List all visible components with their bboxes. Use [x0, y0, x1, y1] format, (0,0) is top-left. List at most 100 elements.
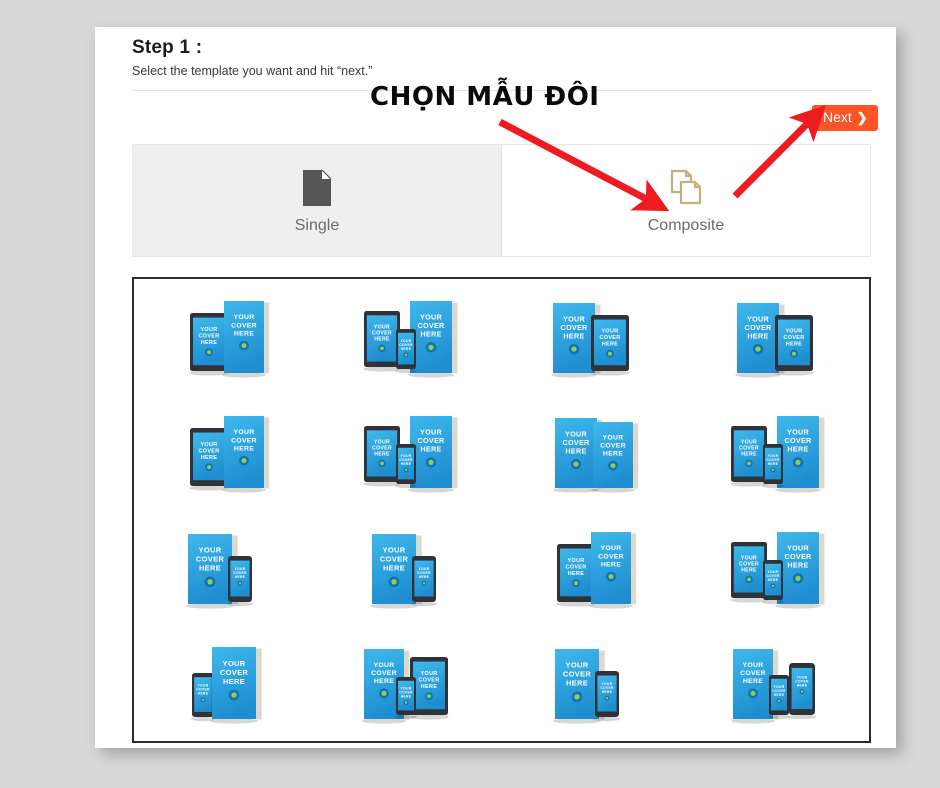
- svg-text:COVER: COVER: [600, 443, 626, 450]
- composite-documents-icon: [669, 167, 703, 209]
- svg-text:YOUR: YOUR: [373, 662, 394, 669]
- svg-text:YOUR: YOUR: [786, 328, 803, 334]
- svg-text:HERE: HERE: [602, 690, 613, 694]
- template-type-tabs: Single Composite: [132, 144, 871, 257]
- svg-text:YOUR: YOUR: [741, 555, 757, 561]
- svg-text:HERE: HERE: [234, 330, 254, 337]
- svg-text:HERE: HERE: [420, 445, 441, 454]
- svg-text:YOUR: YOUR: [200, 327, 217, 333]
- svg-text:HERE: HERE: [786, 341, 802, 347]
- svg-text:COVER: COVER: [196, 554, 225, 563]
- svg-text:HERE: HERE: [235, 575, 246, 579]
- svg-text:HERE: HERE: [788, 445, 809, 454]
- svg-text:YOUR: YOUR: [233, 314, 254, 321]
- template-thumbnail-grid: YOUR COVER HERE YOUR COVER HERE YOUR COVER HERE…: [132, 277, 871, 743]
- svg-text:HERE: HERE: [741, 567, 757, 573]
- svg-text:HERE: HERE: [201, 455, 217, 461]
- svg-text:HERE: HERE: [568, 571, 584, 577]
- svg-text:YOUR: YOUR: [382, 545, 405, 554]
- svg-text:HERE: HERE: [788, 560, 809, 569]
- template-thumbnail-tablet-and-standing-book[interactable]: YOUR COVER HERE YOUR COVER HERE: [134, 395, 318, 511]
- template-thumbnail-tablet-phone-and-book-alt[interactable]: YOUR COVER HERE YOUR COVER HERE YOUR COVER HERE: [685, 510, 869, 626]
- template-thumbnail-tablet-phone-and-book[interactable]: YOUR COVER HERE YOUR COVER HERE YOUR COVER HERE: [318, 279, 502, 395]
- template-thumbnail-book-and-large-phone[interactable]: YOUR COVER HERE YOUR COVER HERE: [502, 626, 686, 742]
- step-header: Step 1 : Select the template you want an…: [132, 35, 872, 80]
- svg-text:HERE: HERE: [768, 578, 779, 582]
- svg-text:COVER: COVER: [598, 553, 624, 560]
- svg-text:HERE: HERE: [602, 341, 618, 347]
- template-thumbnail-tablet-phone-and-book-tall[interactable]: YOUR COVER HERE YOUR COVER HERE YOUR COVER HERE: [318, 395, 502, 511]
- svg-text:HERE: HERE: [374, 452, 390, 458]
- tab-composite[interactable]: Composite: [502, 145, 870, 256]
- svg-text:HERE: HERE: [420, 684, 436, 690]
- svg-text:HERE: HERE: [234, 446, 254, 453]
- next-button-label: Next: [823, 109, 852, 125]
- template-thumbnail-book-and-small-phone[interactable]: YOUR COVER HERE YOUR COVER HERE: [318, 510, 502, 626]
- svg-text:YOUR: YOUR: [200, 442, 217, 448]
- svg-text:COVER: COVER: [566, 564, 587, 570]
- page-title: Step 1 :: [132, 37, 203, 58]
- svg-text:YOUR: YOUR: [743, 662, 764, 669]
- header-divider: [132, 90, 872, 91]
- svg-text:HERE: HERE: [383, 563, 405, 572]
- svg-text:COVER: COVER: [379, 554, 408, 563]
- svg-text:HERE: HERE: [743, 678, 763, 685]
- svg-text:COVER: COVER: [739, 446, 759, 452]
- template-thumbnail-book-and-phone[interactable]: YOUR COVER HERE YOUR COVER HERE: [134, 510, 318, 626]
- svg-text:YOUR: YOUR: [198, 545, 221, 554]
- page-subtitle: Select the template you want and hit “ne…: [132, 64, 373, 78]
- svg-text:COVER: COVER: [231, 438, 257, 445]
- svg-text:YOUR: YOUR: [602, 328, 619, 334]
- svg-text:HERE: HERE: [199, 563, 221, 572]
- svg-text:HERE: HERE: [420, 329, 441, 338]
- tab-single[interactable]: Single: [133, 145, 502, 256]
- svg-text:HERE: HERE: [741, 452, 757, 458]
- wizard-page-card: Step 1 : Select the template you want an…: [95, 27, 896, 748]
- template-thumbnail-book-and-book[interactable]: YOUR COVER HERE YOUR COVER HERE: [502, 395, 686, 511]
- svg-text:HERE: HERE: [768, 462, 779, 466]
- svg-text:YOUR: YOUR: [222, 659, 245, 668]
- template-thumbnail-book-and-tilted-tablet[interactable]: YOUR COVER HERE YOUR COVER HERE: [685, 279, 869, 395]
- svg-text:COVER: COVER: [740, 670, 766, 677]
- template-thumbnail-book-phone-and-tablet[interactable]: YOUR COVER HERE YOUR COVER HERE YOUR COVER HERE: [318, 626, 502, 742]
- svg-text:COVER: COVER: [220, 668, 249, 677]
- svg-text:COVER: COVER: [198, 333, 219, 339]
- svg-text:COVER: COVER: [371, 670, 397, 677]
- svg-text:HERE: HERE: [748, 331, 769, 340]
- svg-text:YOUR: YOUR: [233, 429, 254, 436]
- svg-text:HERE: HERE: [223, 677, 245, 686]
- svg-text:HERE: HERE: [566, 447, 587, 456]
- svg-text:COVER: COVER: [198, 449, 219, 455]
- svg-text:YOUR: YOUR: [566, 661, 589, 670]
- svg-text:HERE: HERE: [400, 695, 411, 699]
- svg-text:YOUR: YOUR: [568, 558, 585, 564]
- svg-text:YOUR: YOUR: [374, 440, 390, 446]
- svg-text:HERE: HERE: [201, 340, 217, 346]
- svg-text:HERE: HERE: [774, 693, 785, 697]
- template-thumbnail-book-phone-and-phone[interactable]: YOUR COVER HERE YOUR COVER HERE YOUR COVER HERE: [685, 626, 869, 742]
- svg-text:YOUR: YOUR: [741, 440, 757, 446]
- chevron-right-icon: ❯: [856, 109, 868, 125]
- svg-text:HERE: HERE: [374, 336, 390, 342]
- template-thumbnail-phone-and-book[interactable]: YOUR COVER HERE YOUR COVER HERE: [134, 626, 318, 742]
- svg-text:YOUR: YOUR: [601, 545, 622, 552]
- template-thumbnail-tablet-and-book-alt[interactable]: YOUR COVER HERE YOUR COVER HERE: [502, 510, 686, 626]
- svg-text:HERE: HERE: [418, 575, 429, 579]
- svg-text:COVER: COVER: [739, 561, 759, 567]
- svg-text:COVER: COVER: [784, 335, 805, 341]
- svg-text:HERE: HERE: [566, 679, 588, 688]
- svg-text:COVER: COVER: [418, 678, 439, 684]
- svg-text:HERE: HERE: [603, 451, 623, 458]
- next-button[interactable]: Next ❯: [812, 105, 878, 131]
- tab-single-label: Single: [294, 216, 340, 234]
- svg-text:YOUR: YOUR: [374, 324, 390, 330]
- svg-text:YOUR: YOUR: [603, 435, 624, 442]
- tab-composite-label: Composite: [647, 216, 725, 234]
- template-thumbnail-book-and-tablet[interactable]: YOUR COVER HERE YOUR COVER HERE: [502, 279, 686, 395]
- template-thumbnail-tablet-and-book[interactable]: YOUR COVER HERE YOUR COVER HERE: [134, 279, 318, 395]
- svg-text:COVER: COVER: [372, 330, 392, 336]
- template-thumbnail-tablet-phone-and-wide-book[interactable]: YOUR COVER HERE YOUR COVER HERE YOUR COVER HERE: [685, 395, 869, 511]
- single-document-icon: [302, 167, 332, 209]
- svg-text:HERE: HERE: [564, 331, 585, 340]
- svg-text:HERE: HERE: [374, 678, 394, 685]
